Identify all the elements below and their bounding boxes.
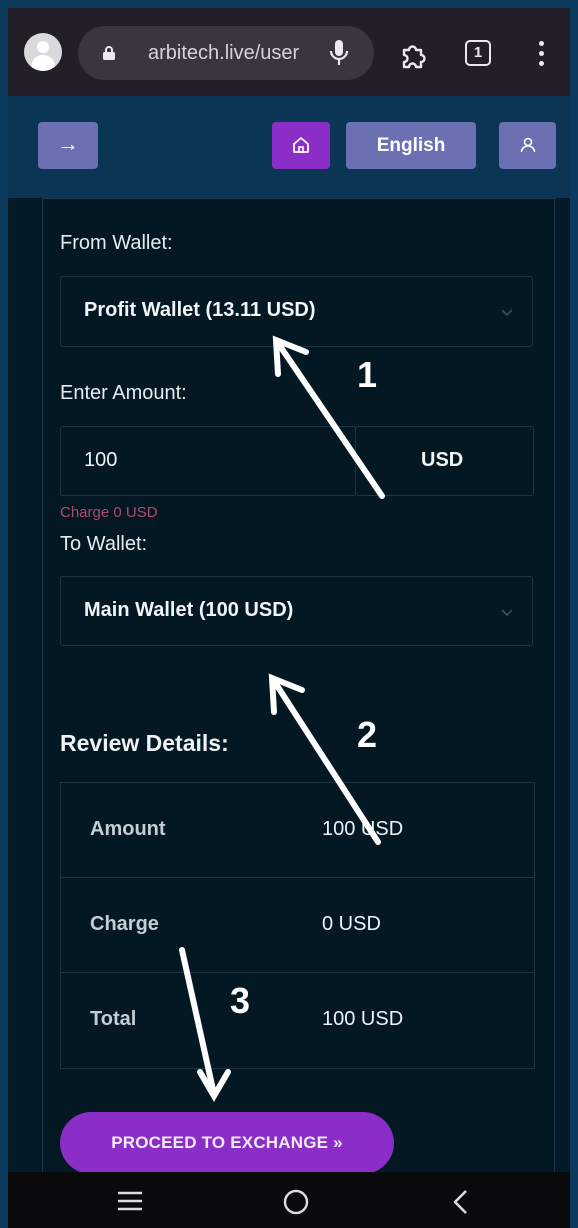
mic-icon[interactable]: [329, 39, 349, 67]
menu-icon[interactable]: [539, 41, 545, 67]
user-button[interactable]: [499, 122, 556, 169]
step-1-number: 1: [357, 354, 378, 395]
exchange-panel: From Wallet: Profit Wallet (13.11 USD) E…: [8, 198, 570, 1178]
app-header: → English: [8, 96, 570, 198]
url-text[interactable]: arbitech.live/user: [148, 42, 308, 65]
amount-currency-label: USD: [421, 449, 464, 471]
chevron-down-icon: [501, 309, 513, 317]
from-wallet-value: Profit Wallet (13.11 USD): [84, 299, 316, 321]
amount-label: Enter Amount:: [60, 382, 187, 404]
row-key: Amount: [90, 818, 166, 840]
to-wallet-value: Main Wallet (100 USD): [84, 599, 294, 621]
table-row: Charge 0 USD: [61, 878, 534, 973]
step-3-number: 3: [230, 980, 251, 1021]
home-icon: [293, 137, 309, 153]
home-button[interactable]: [272, 122, 330, 169]
row-value: 100 USD: [322, 1008, 404, 1030]
to-wallet-select[interactable]: Main Wallet (100 USD): [60, 576, 533, 646]
recents-icon[interactable]: [117, 1190, 143, 1212]
tabs-icon[interactable]: 1: [465, 40, 491, 66]
to-wallet-label: To Wallet:: [60, 533, 148, 555]
language-selector[interactable]: English: [346, 122, 476, 169]
charge-note: Charge 0 USD: [60, 504, 158, 521]
review-title: Review Details:: [60, 730, 229, 756]
chevron-down-icon: [501, 609, 513, 617]
extensions-icon[interactable]: [398, 38, 430, 70]
table-row: Total 100 USD: [61, 973, 534, 1068]
row-key: Charge: [90, 913, 159, 935]
row-key: Total: [90, 1008, 137, 1030]
user-icon: [520, 137, 536, 153]
lock-icon[interactable]: [102, 46, 116, 60]
home-nav-icon[interactable]: [282, 1188, 310, 1216]
proceed-button[interactable]: PROCEED TO EXCHANGE »: [60, 1112, 394, 1174]
address-bar[interactable]: arbitech.live/user: [78, 26, 374, 80]
row-value: 0 USD: [322, 913, 381, 935]
amount-currency: USD: [355, 426, 534, 496]
from-wallet-select[interactable]: Profit Wallet (13.11 USD): [60, 276, 533, 347]
back-icon[interactable]: [452, 1189, 470, 1215]
from-wallet-label: From Wallet:: [60, 232, 173, 254]
step-2-number: 2: [357, 714, 378, 755]
avatar-icon[interactable]: [24, 33, 62, 71]
table-row: Amount 100 USD: [61, 783, 534, 878]
system-nav-bar: [8, 1172, 570, 1228]
browser-toolbar: arbitech.live/user 1: [8, 8, 570, 96]
row-value: 100 USD: [322, 818, 404, 840]
amount-value: 100: [84, 449, 118, 471]
review-table: Amount 100 USD Charge 0 USD Total 100 US…: [60, 782, 535, 1069]
amount-input[interactable]: 100: [60, 426, 356, 496]
arrow-right-icon[interactable]: →: [38, 122, 98, 169]
